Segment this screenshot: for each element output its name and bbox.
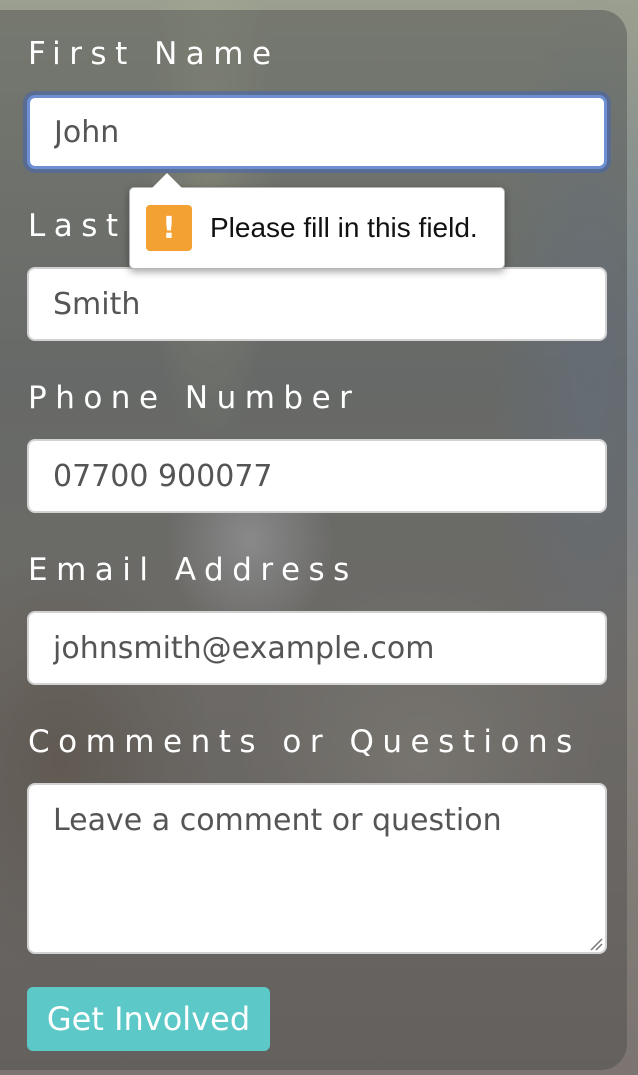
- warning-icon: !: [146, 205, 192, 251]
- phone-number-label: Phone Number: [28, 380, 361, 416]
- first-name-input[interactable]: [27, 95, 607, 169]
- comments-textarea[interactable]: [27, 783, 607, 954]
- last-name-input[interactable]: [27, 267, 607, 341]
- email-address-input[interactable]: [27, 611, 607, 685]
- tooltip-arrow: [152, 173, 182, 188]
- resize-handle-icon[interactable]: [589, 937, 603, 951]
- email-address-label: Email Address: [28, 552, 358, 588]
- comments-label: Comments or Questions: [28, 724, 581, 760]
- get-involved-button[interactable]: Get Involved: [27, 987, 270, 1051]
- first-name-label: First Name: [28, 36, 280, 72]
- validation-message: Please fill in this field.: [210, 212, 478, 243]
- validation-tooltip: ! Please fill in this field.: [129, 173, 505, 269]
- phone-number-input[interactable]: [27, 439, 607, 513]
